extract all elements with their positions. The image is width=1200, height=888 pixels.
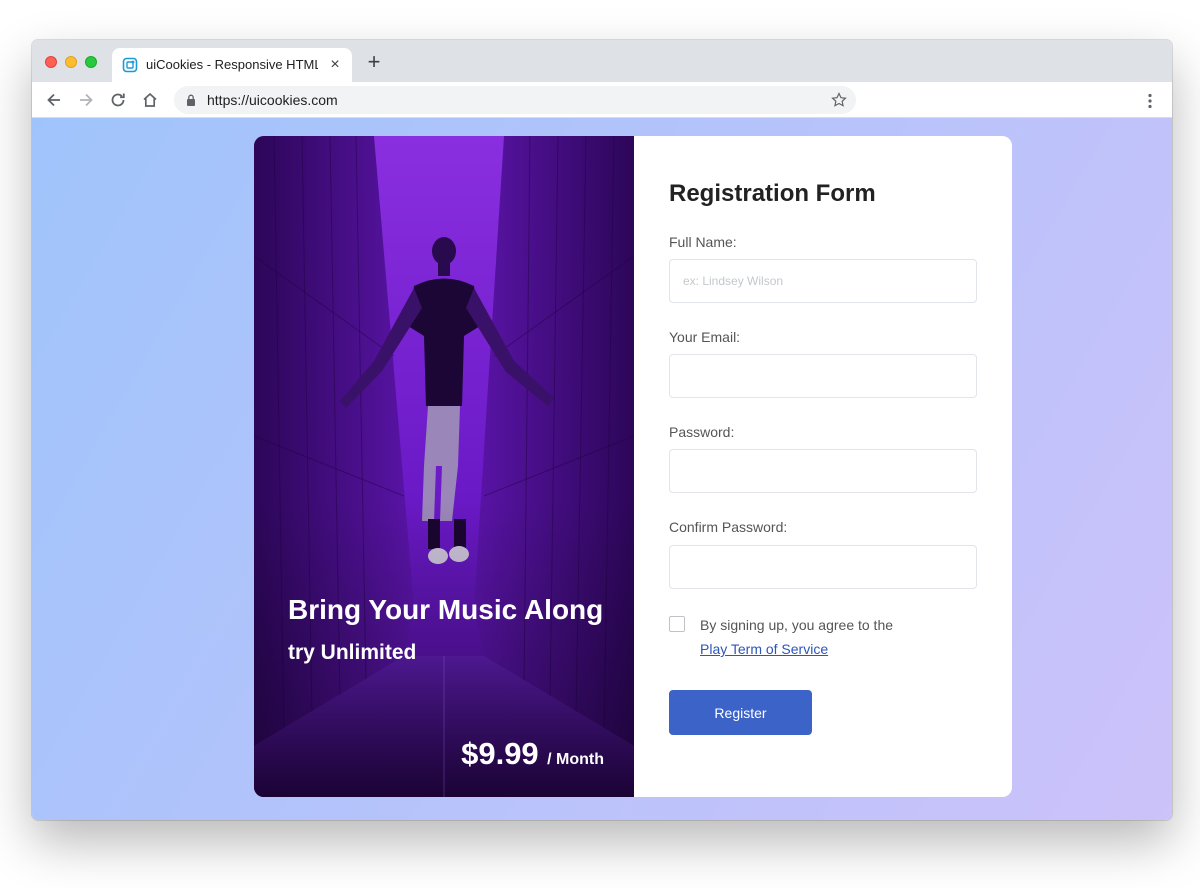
tab-close-icon[interactable]: × (326, 56, 344, 74)
password-input[interactable] (669, 449, 977, 493)
register-button[interactable]: Register (669, 690, 812, 735)
page-viewport: Bring Your Music Along try Unlimited $9.… (32, 118, 1172, 820)
price-row: $9.99 / Month (461, 736, 604, 772)
full-name-label: Full Name: (669, 234, 737, 250)
forward-arrow-icon[interactable] (76, 90, 96, 110)
url-text: https://uicookies.com (207, 92, 338, 108)
back-arrow-icon[interactable] (44, 90, 64, 110)
reload-icon[interactable] (108, 90, 128, 110)
bookmark-star-icon[interactable] (830, 91, 848, 109)
terms-of-service-link[interactable]: Play Term of Service (700, 641, 828, 657)
registration-card: Bring Your Music Along try Unlimited $9.… (254, 136, 1012, 797)
form-title: Registration Form (669, 180, 876, 207)
tab-strip: uiCookies - Responsive HTML × + (32, 40, 1172, 82)
confirm-password-input[interactable] (669, 545, 977, 589)
full-name-input[interactable] (669, 259, 977, 303)
browser-window: uiCookies - Responsive HTML × + https://… (32, 40, 1172, 820)
browser-tab-active[interactable]: uiCookies - Responsive HTML × (112, 48, 352, 82)
confirm-password-label: Confirm Password: (669, 519, 788, 535)
minimize-window-button[interactable] (65, 56, 77, 68)
terms-checkbox[interactable] (669, 616, 685, 632)
browser-toolbar: https://uicookies.com (32, 82, 1172, 118)
lock-icon (187, 94, 195, 106)
favicon-icon (122, 57, 138, 73)
maximize-window-button[interactable] (85, 56, 97, 68)
tab-title: uiCookies - Responsive HTML (146, 57, 318, 72)
hero-subtitle: try Unlimited (288, 641, 417, 664)
email-input[interactable] (669, 354, 977, 398)
hero-panel: Bring Your Music Along try Unlimited $9.… (254, 136, 634, 797)
home-icon[interactable] (140, 90, 160, 110)
close-window-button[interactable] (45, 56, 57, 68)
registration-form: Registration Form Full Name: Your Email:… (634, 136, 1012, 797)
price-period: / Month (547, 751, 604, 768)
price-amount: $9.99 (461, 736, 539, 771)
hero-photo (254, 136, 634, 797)
password-label: Password: (669, 424, 735, 440)
more-menu-icon[interactable] (1140, 91, 1160, 111)
new-tab-button[interactable]: + (364, 51, 384, 73)
address-bar[interactable]: https://uicookies.com (174, 86, 856, 114)
hero-title: Bring Your Music Along (288, 594, 604, 625)
email-label: Your Email: (669, 329, 741, 345)
terms-text: By signing up, you agree to the (700, 617, 894, 633)
